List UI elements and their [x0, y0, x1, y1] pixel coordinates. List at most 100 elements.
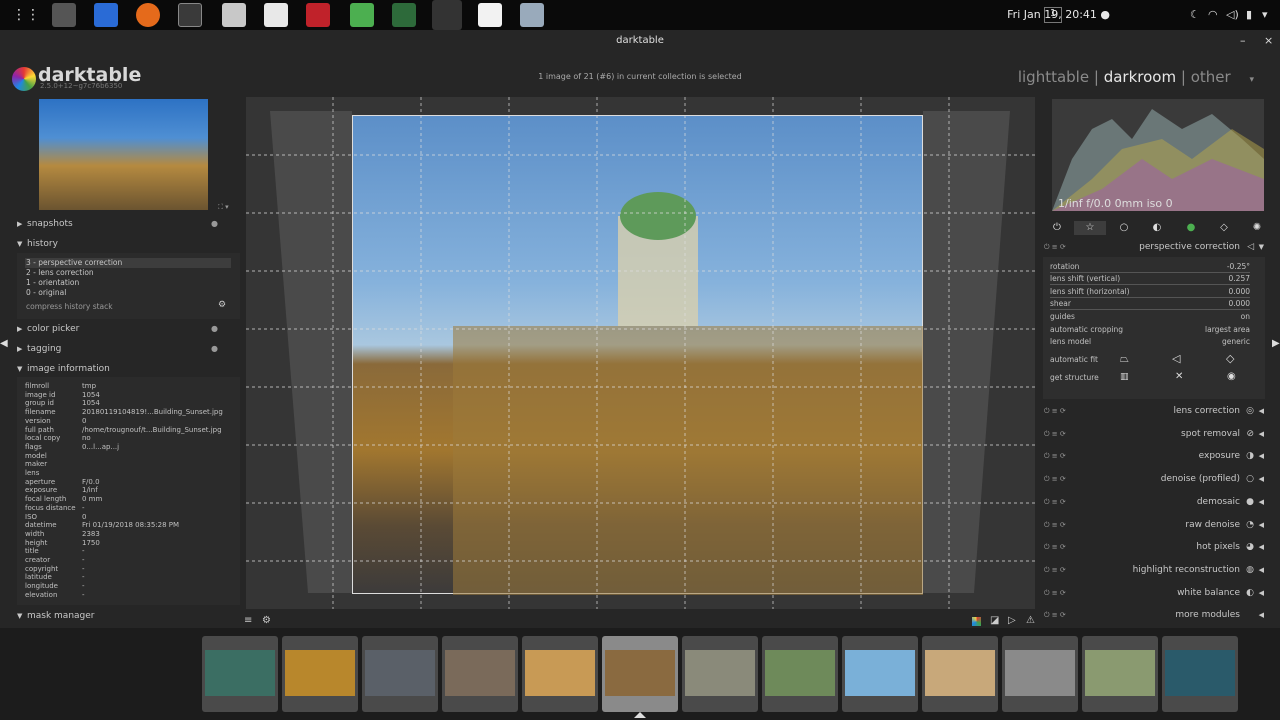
- taskbar-app-icon[interactable]: [94, 3, 118, 27]
- correction-modules-icon[interactable]: ◇: [1217, 221, 1231, 235]
- expand-icon[interactable]: ◀: [1259, 492, 1264, 512]
- perspective-setting[interactable]: automatic cropping largest area: [1050, 324, 1250, 336]
- filmstrip-thumbnail[interactable]: [1162, 636, 1238, 712]
- taskbar-app-icon[interactable]: [52, 3, 76, 27]
- expand-icon[interactable]: ◀: [1259, 560, 1264, 580]
- filmstrip-thumbnail[interactable]: [202, 636, 278, 712]
- filmstrip-thumbnail[interactable]: [442, 636, 518, 712]
- module-header[interactable]: ⏻ ≡ ⟳ highlight reconstruction ◍ ◀: [1040, 560, 1268, 580]
- module-header[interactable]: ⏻ ≡ ⟳ denoise (profiled) ○ ◀: [1040, 469, 1268, 489]
- basic-modules-icon[interactable]: ○: [1117, 221, 1131, 235]
- taskbar-app-icon[interactable]: [478, 3, 502, 27]
- module-controls-icon[interactable]: ⏻ ≡ ⟳: [1044, 469, 1066, 489]
- system-monitor-icon[interactable]: [392, 3, 416, 27]
- calculator-icon[interactable]: [264, 3, 288, 27]
- expand-icon[interactable]: ◀: [1259, 605, 1264, 625]
- expand-icon[interactable]: ◀: [1259, 401, 1264, 421]
- softproof-icon[interactable]: ▷: [1008, 615, 1016, 626]
- detect-lines-button[interactable]: ▥: [1120, 372, 1129, 382]
- gamut-check-icon[interactable]: ⚠: [1026, 615, 1035, 626]
- firefox-icon[interactable]: [136, 3, 160, 27]
- perspective-setting[interactable]: lens model generic: [1050, 336, 1250, 348]
- color-modules-icon[interactable]: ●: [1184, 221, 1198, 235]
- darktable-task-icon[interactable]: [432, 0, 462, 30]
- text-editor-icon[interactable]: [222, 3, 246, 27]
- color-assessment-icon[interactable]: [972, 617, 981, 626]
- setting-slider[interactable]: [1050, 309, 1250, 310]
- left-panel-toggle-icon[interactable]: ◀: [0, 338, 8, 349]
- expand-icon[interactable]: ◀: [1259, 446, 1264, 466]
- menu-chevron-icon[interactable]: ▾: [1262, 8, 1268, 21]
- filmstrip-thumbnail[interactable]: [1002, 636, 1078, 712]
- module-header[interactable]: ⏻ ≡ ⟳ exposure ◑ ◀: [1040, 446, 1268, 466]
- filmstrip-thumbnail[interactable]: [922, 636, 998, 712]
- zoom-fit-icon[interactable]: ⛶ ▾: [218, 203, 229, 212]
- color-picker-module[interactable]: ▶ color picker ●: [15, 320, 240, 338]
- expand-icon[interactable]: ◀: [1259, 424, 1264, 444]
- module-controls-icon[interactable]: ⏻ ≡ ⟳: [1044, 424, 1066, 444]
- filmstrip-thumbnail[interactable]: [362, 636, 438, 712]
- filmstrip-thumbnail[interactable]: [762, 636, 838, 712]
- module-header[interactable]: ⏻ ≡ ⟳ demosaic ● ◀: [1040, 492, 1268, 512]
- quick-access-icon[interactable]: ≡: [244, 615, 252, 626]
- expand-icon[interactable]: ◀: [1259, 515, 1264, 535]
- battery-icon[interactable]: ▮: [1246, 8, 1252, 21]
- tagging-module[interactable]: ▶ tagging ●: [15, 340, 240, 358]
- expand-icon[interactable]: ◀: [1259, 583, 1264, 603]
- module-controls-icon[interactable]: ⏻ ≡ ⟳: [1044, 537, 1066, 557]
- module-controls-icon[interactable]: ⏻ ≡ ⟳: [1044, 605, 1066, 625]
- navigation-thumbnail[interactable]: [39, 99, 208, 210]
- clock[interactable]: Fri Jan 19, 20:41 ●: [1007, 8, 1110, 21]
- taskbar-app-icon[interactable]: [306, 3, 330, 27]
- module-controls-icon[interactable]: ⏻ ≡ ⟳: [1044, 446, 1066, 466]
- minimize-icon[interactable]: –: [1240, 34, 1246, 47]
- overexposure-icon[interactable]: ◪: [990, 615, 999, 626]
- history-item[interactable]: 0 - original: [25, 288, 231, 298]
- module-controls-icon[interactable]: ⏻ ≡ ⟳: [1044, 583, 1066, 603]
- fit-horizontal-button[interactable]: ◁: [1172, 352, 1180, 365]
- filmstrip-thumbnail[interactable]: [682, 636, 758, 712]
- taskbar-app-icon[interactable]: [350, 3, 374, 27]
- favorite-modules-icon[interactable]: ☆: [1074, 221, 1106, 235]
- expand-icon[interactable]: ◀: [1259, 537, 1264, 557]
- module-controls-icon[interactable]: ⏻ ≡ ⟳: [1044, 492, 1066, 512]
- filmstrip-thumbnail[interactable]: [842, 636, 918, 712]
- close-icon[interactable]: ×: [1264, 34, 1273, 47]
- right-panel-toggle-icon[interactable]: ▶: [1272, 338, 1280, 349]
- create-style-icon[interactable]: ⚙: [218, 300, 226, 310]
- perspective-correction-header[interactable]: ⏻ ≡ ⟳ perspective correction ◁ ▼: [1040, 237, 1268, 257]
- view-other[interactable]: other: [1191, 68, 1231, 86]
- active-modules-icon[interactable]: ⏻: [1050, 221, 1064, 235]
- night-mode-icon[interactable]: ☾: [1190, 8, 1200, 21]
- history-item[interactable]: 2 - lens correction: [25, 268, 231, 278]
- fit-vertical-button[interactable]: ⏢: [1120, 352, 1129, 366]
- setting-slider[interactable]: [1050, 284, 1250, 285]
- volume-icon[interactable]: ◁): [1226, 8, 1239, 21]
- presets-icon[interactable]: ⚙: [262, 615, 271, 626]
- filmstrip-thumbnail[interactable]: [1082, 636, 1158, 712]
- module-header[interactable]: ⏻ ≡ ⟳ raw denoise ◔ ◀: [1040, 515, 1268, 535]
- image-information-module[interactable]: ▼ image information: [15, 360, 240, 378]
- filmstrip-thumbnail[interactable]: [522, 636, 598, 712]
- taskbar-app-icon[interactable]: [520, 3, 544, 27]
- history-module[interactable]: ▼ history: [15, 235, 240, 253]
- module-header[interactable]: ⏻ ≡ ⟳ more modules ◀: [1040, 605, 1268, 625]
- fit-both-button[interactable]: ◇: [1226, 352, 1234, 365]
- compress-history-button[interactable]: compress history stack: [26, 302, 113, 311]
- mask-manager-module[interactable]: ▼ mask manager: [15, 607, 240, 625]
- module-header[interactable]: ⏻ ≡ ⟳ hot pixels ◕ ◀: [1040, 537, 1268, 557]
- view-darkroom[interactable]: darkroom: [1104, 68, 1176, 86]
- module-header[interactable]: ⏻ ≡ ⟳ lens correction ◎ ◀: [1040, 401, 1268, 421]
- wifi-icon[interactable]: ◠: [1208, 8, 1218, 21]
- filmstrip-thumbnail[interactable]: [602, 636, 678, 712]
- terminal-icon[interactable]: [178, 3, 202, 27]
- module-controls-icon[interactable]: ⏻ ≡ ⟳: [1044, 401, 1066, 421]
- module-controls-icon[interactable]: ⏻ ≡ ⟳: [1044, 515, 1066, 535]
- snapshots-module[interactable]: ▶ snapshots ●: [15, 215, 240, 233]
- filmstrip-thumbnail[interactable]: [282, 636, 358, 712]
- tone-modules-icon[interactable]: ◐: [1150, 221, 1164, 235]
- module-header[interactable]: ⏻ ≡ ⟳ spot removal ⊘ ◀: [1040, 424, 1268, 444]
- module-controls-icon[interactable]: ⏻ ≡ ⟳: [1044, 560, 1066, 580]
- perspective-setting[interactable]: guides on: [1050, 311, 1250, 323]
- views-dropdown-icon[interactable]: ▾: [1249, 75, 1254, 85]
